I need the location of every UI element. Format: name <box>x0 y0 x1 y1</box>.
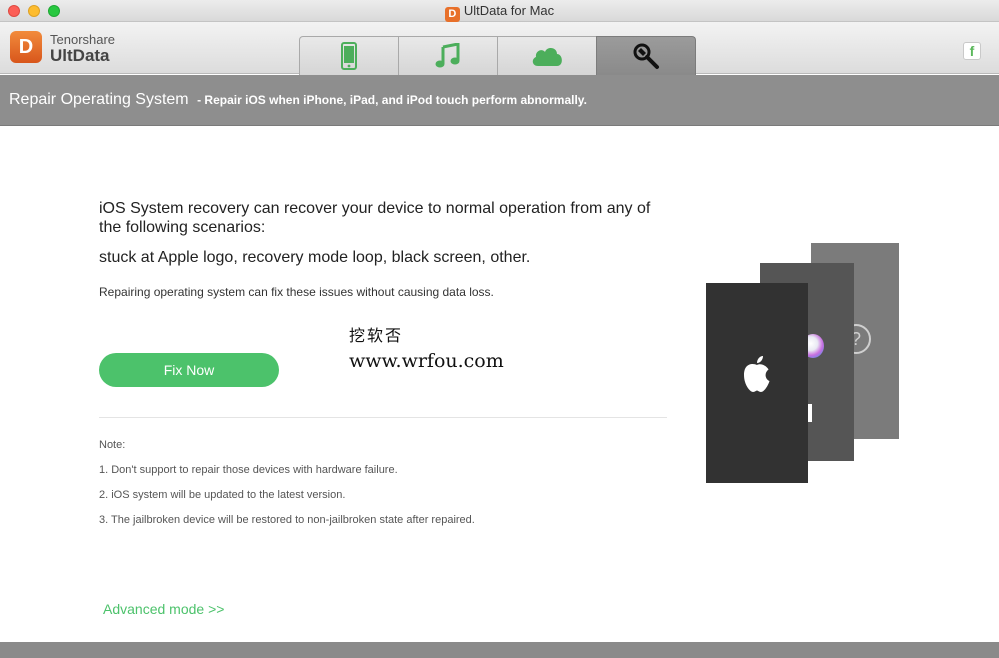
music-note-icon <box>435 43 460 68</box>
no-data-loss-text: Repairing operating system can fix these… <box>99 285 494 299</box>
scenarios-text: stuck at Apple logo, recovery mode loop,… <box>99 249 531 266</box>
intro-text: iOS System recovery can recover your dev… <box>99 200 651 236</box>
tab-recover-from-device[interactable] <box>299 36 399 75</box>
mode-tabs <box>299 36 696 75</box>
note-item: 3. The jailbroken device will be restore… <box>99 514 475 526</box>
fix-now-button[interactable]: Fix Now <box>99 353 279 387</box>
tab-recover-from-icloud[interactable] <box>497 36 597 75</box>
ultdata-logo-icon: D <box>10 31 42 63</box>
note-item: 1. Don't support to repair those devices… <box>99 464 398 476</box>
cloud-icon <box>532 48 562 66</box>
window-titlebar: D UltData for Mac <box>0 0 999 22</box>
tab-recover-from-itunes[interactable] <box>398 36 498 75</box>
page-subtitle: - Repair iOS when iPhone, iPad, and iPod… <box>197 93 587 107</box>
app-icon: D <box>444 7 460 22</box>
apple-logo-icon <box>744 356 770 392</box>
watermark-line1: 挖软否 <box>349 326 404 345</box>
brand-product: UltData <box>50 46 110 65</box>
note-item: 2. iOS system will be updated to the lat… <box>99 489 346 501</box>
brand-company: Tenorshare <box>50 32 116 47</box>
window-title: D UltData for Mac <box>0 3 999 22</box>
notes-section: Note: 1. Don't support to repair those d… <box>99 438 475 538</box>
footer-bar <box>0 642 999 658</box>
facebook-icon[interactable]: f <box>963 42 981 60</box>
watermark-line2: www.wrfou.com <box>349 350 504 372</box>
watermark: 挖软否 www.wrfou.com <box>349 322 504 372</box>
wrench-magnifier-icon <box>633 43 659 69</box>
phone-icon <box>341 42 357 70</box>
advanced-mode-link[interactable]: Advanced mode >> <box>103 601 224 617</box>
divider <box>99 417 667 418</box>
section-header: Repair Operating System - Repair iOS whe… <box>0 75 999 126</box>
main-toolbar: D Tenorshare UltData f <box>0 22 999 75</box>
note-title: Note: <box>99 439 126 451</box>
page-title: Repair Operating System <box>9 91 189 108</box>
window-title-text: UltData for Mac <box>463 3 555 18</box>
repair-description: iOS System recovery can recover your dev… <box>99 199 669 299</box>
tab-repair-operating-system[interactable] <box>596 36 696 75</box>
